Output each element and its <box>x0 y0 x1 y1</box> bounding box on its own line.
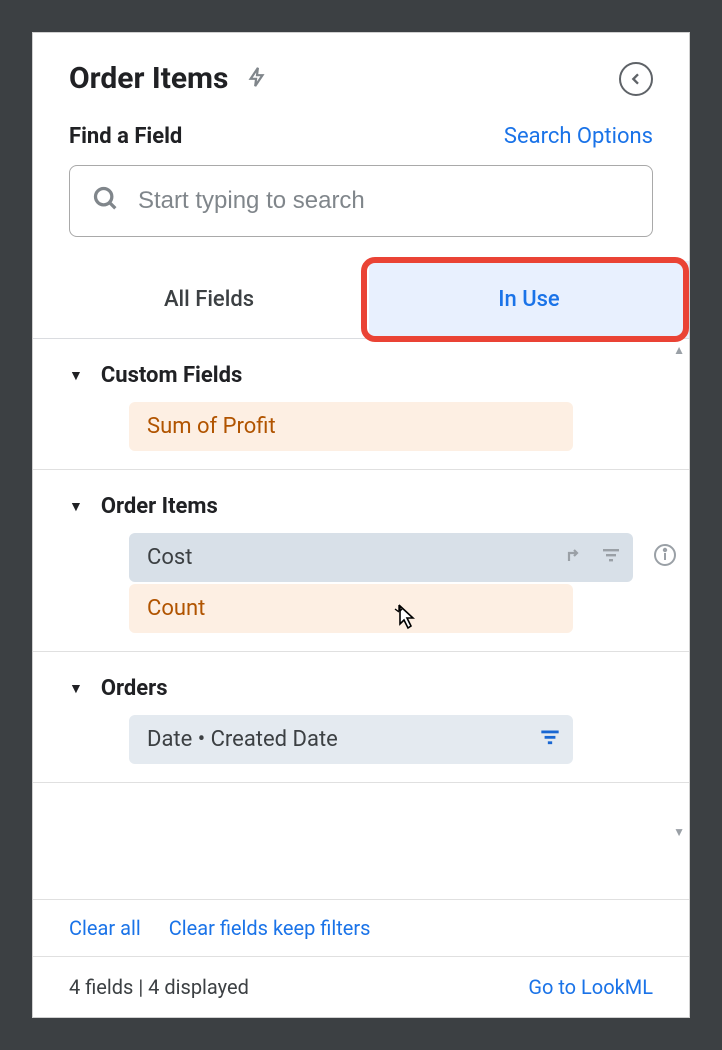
field-label: Date • Created Date <box>147 727 338 752</box>
section-order-items: ▼ Order Items Cost <box>33 470 689 652</box>
tabs: All Fields In Use <box>33 261 689 339</box>
section-title: Order Items <box>101 494 218 519</box>
field-side-actions <box>653 543 689 573</box>
field-cost[interactable]: Cost <box>129 533 633 582</box>
section-title: Custom Fields <box>101 363 242 388</box>
tab-in-use[interactable]: In Use <box>369 261 689 338</box>
scroll-down-icon[interactable]: ▼ <box>673 825 685 839</box>
bottom-actions: Clear all Clear fields keep filters <box>33 899 689 956</box>
pivot-icon[interactable] <box>563 543 587 573</box>
lightning-icon[interactable] <box>246 63 268 95</box>
caret-down-icon: ▼ <box>69 367 83 384</box>
panel-header: Order Items <box>33 33 689 116</box>
filter-icon[interactable] <box>537 724 563 756</box>
field-actions <box>537 724 563 756</box>
find-field-label: Find a Field <box>69 124 504 149</box>
field-picker-panel: Order Items Find a Field Search Options … <box>32 32 690 1018</box>
search-box[interactable] <box>69 165 653 237</box>
field-count[interactable]: Count <box>129 584 573 633</box>
clear-keep-filters-link[interactable]: Clear fields keep filters <box>169 916 371 940</box>
panel-title: Order Items <box>69 61 228 96</box>
search-input[interactable] <box>138 187 630 215</box>
field-sum-of-profit[interactable]: Sum of Profit <box>129 402 573 451</box>
section-header-order-items[interactable]: ▼ Order Items <box>51 488 653 533</box>
section-title: Orders <box>101 676 168 701</box>
caret-down-icon: ▼ <box>69 498 83 515</box>
info-icon[interactable] <box>653 543 677 573</box>
caret-down-icon: ▼ <box>69 680 83 697</box>
search-icon <box>92 185 120 217</box>
section-header-custom[interactable]: ▼ Custom Fields <box>51 357 653 402</box>
field-list: ▲ ▼ Custom Fields Sum of Profit ▼ Order … <box>33 339 689 899</box>
field-actions <box>563 543 623 573</box>
field-date-created[interactable]: Date • Created Date <box>129 715 573 764</box>
section-orders: ▼ Orders Date • Created Date <box>33 652 689 783</box>
footer: 4 fields | 4 displayed Go to LookML <box>33 956 689 1017</box>
tab-all-fields[interactable]: All Fields <box>49 261 369 338</box>
field-label: Cost <box>147 545 192 570</box>
field-label: Count <box>147 596 205 621</box>
search-header-row: Find a Field Search Options <box>33 116 689 165</box>
scroll-up-icon[interactable]: ▲ <box>673 343 685 357</box>
go-to-lookml-link[interactable]: Go to LookML <box>528 975 653 999</box>
clear-all-link[interactable]: Clear all <box>69 916 141 940</box>
search-options-link[interactable]: Search Options <box>504 124 653 149</box>
section-custom-fields: ▼ Custom Fields Sum of Profit <box>33 339 689 470</box>
section-header-orders[interactable]: ▼ Orders <box>51 670 653 715</box>
field-label: Sum of Profit <box>147 414 276 439</box>
field-count-status: 4 fields | 4 displayed <box>69 975 249 999</box>
collapse-button[interactable] <box>619 62 653 96</box>
filter-icon[interactable] <box>599 543 623 573</box>
